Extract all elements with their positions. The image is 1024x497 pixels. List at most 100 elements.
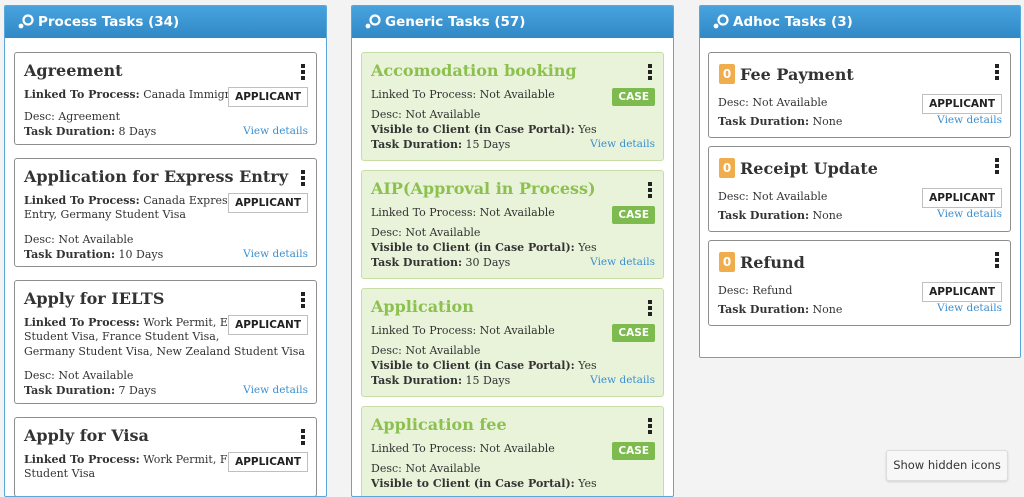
duration-label: Task Duration: (718, 303, 810, 316)
more-options-icon[interactable] (301, 292, 305, 308)
duration-value: 7 Days (118, 384, 157, 397)
visible-value: Yes (578, 359, 597, 372)
duration-value: 8 Days (118, 125, 157, 138)
view-details-link[interactable]: View details (243, 248, 308, 260)
linked-label: Linked To Process: (24, 194, 140, 207)
duration-value: None (812, 209, 843, 222)
task-title[interactable]: Apply for IELTS (24, 289, 164, 308)
linked-process: Linked To Process: Not Available (371, 442, 555, 455)
applicant-badge[interactable]: APPLICANT (228, 452, 308, 472)
applicant-badge[interactable]: APPLICANT (228, 193, 308, 213)
task-title[interactable]: Application (371, 297, 474, 316)
linked-value-cont: Student Visa, France Student Visa, (24, 330, 220, 343)
task-desc: Desc: Not Available (371, 344, 481, 357)
gears-icon (365, 14, 381, 29)
view-details-link[interactable]: View details (590, 138, 655, 150)
task-card-receipt-update[interactable]: 0 Receipt Update Desc: Not Available APP… (708, 146, 1011, 232)
duration-label: Task Duration: (24, 125, 116, 138)
duration-label: Task Duration: (24, 248, 116, 261)
count-badge: 0 (719, 158, 735, 178)
task-card-fee-payment[interactable]: 0 Fee Payment Desc: Not Available APPLIC… (708, 52, 1011, 138)
applicant-badge[interactable]: APPLICANT (228, 315, 308, 335)
more-options-icon[interactable] (301, 64, 305, 80)
view-details-link[interactable]: View details (937, 208, 1002, 220)
view-details-link[interactable]: View details (590, 374, 655, 386)
duration-value: 10 Days (118, 248, 164, 261)
duration-label: Task Duration: (718, 209, 810, 222)
task-title[interactable]: AIP(Approval in Process) (371, 179, 596, 198)
task-card-visa[interactable]: Apply for Visa Linked To Process: Work P… (14, 417, 317, 496)
linked-label: Linked To Process: (24, 453, 140, 466)
visible-label: Visible to Client (in Case Portal): (371, 241, 575, 254)
task-title[interactable]: Fee Payment (740, 65, 854, 84)
task-desc: Desc: Not Available (371, 226, 481, 239)
more-options-icon[interactable] (301, 170, 305, 186)
linked-value-cont: Student Visa (24, 467, 96, 480)
more-options-icon[interactable] (995, 252, 999, 268)
view-details-link[interactable]: View details (243, 125, 308, 137)
task-title[interactable]: Accomodation booking (371, 61, 577, 80)
more-options-icon[interactable] (648, 64, 652, 80)
linked-value-cont: Germany Student Visa, New Zealand Studen… (24, 345, 305, 358)
more-options-icon[interactable] (995, 158, 999, 174)
process-tasks-panel: Process Tasks (34) Agreement Linked To P… (4, 5, 327, 497)
applicant-badge[interactable]: APPLICANT (228, 87, 308, 107)
task-desc: Desc: Not Available (24, 369, 134, 382)
view-details-link[interactable]: View details (243, 384, 308, 396)
case-badge[interactable]: CASE (612, 88, 655, 106)
linked-process: Linked To Process: Not Available (371, 88, 555, 101)
task-desc: Desc: Not Available (24, 233, 134, 246)
duration-label: Task Duration: (718, 115, 810, 128)
gears-icon (18, 14, 34, 29)
more-options-icon[interactable] (301, 429, 305, 445)
case-badge[interactable]: CASE (612, 442, 655, 460)
task-desc: Desc: Not Available (371, 108, 481, 121)
count-badge: 0 (719, 64, 735, 84)
task-card-application-fee[interactable]: Application fee Linked To Process: Not A… (361, 406, 664, 496)
view-details-link[interactable]: View details (937, 114, 1002, 126)
applicant-badge[interactable]: APPLICANT (922, 188, 1002, 208)
task-title[interactable]: Refund (740, 253, 805, 272)
visible-value: Yes (578, 123, 597, 136)
duration-value: None (812, 303, 843, 316)
duration-value: None (812, 115, 843, 128)
task-card-accomodation[interactable]: Accomodation booking Linked To Process: … (361, 52, 664, 161)
task-card-agreement[interactable]: Agreement Linked To Process: Canada Immi… (14, 52, 317, 145)
linked-process: Linked To Process: Not Available (371, 324, 555, 337)
case-badge[interactable]: CASE (612, 206, 655, 224)
task-card-aip[interactable]: AIP(Approval in Process) Linked To Proce… (361, 170, 664, 279)
duration-label: Task Duration: (371, 256, 463, 269)
count-badge: 0 (719, 252, 735, 272)
task-card-express-entry[interactable]: Application for Express Entry Linked To … (14, 158, 317, 267)
task-title[interactable]: Apply for Visa (24, 426, 149, 445)
panel-title: Process Tasks (34) (38, 14, 180, 30)
linked-value: Canada Express (143, 194, 234, 207)
applicant-badge[interactable]: APPLICANT (922, 282, 1002, 302)
adhoc-tasks-panel: Adhoc Tasks (3) 0 Fee Payment Desc: Not … (699, 5, 1021, 358)
view-details-link[interactable]: View details (937, 302, 1002, 314)
view-details-link[interactable]: View details (590, 256, 655, 268)
duration-label: Task Duration: (371, 374, 463, 387)
visible-label: Visible to Client (in Case Portal): (371, 123, 575, 136)
task-card-ielts[interactable]: Apply for IELTS Linked To Process: Work … (14, 280, 317, 404)
visible-label: Visible to Client (in Case Portal): (371, 477, 575, 490)
task-card-application[interactable]: Application Linked To Process: Not Avail… (361, 288, 664, 397)
more-options-icon[interactable] (995, 64, 999, 80)
case-badge[interactable]: CASE (612, 324, 655, 342)
more-options-icon[interactable] (648, 182, 652, 198)
task-card-refund[interactable]: 0 Refund Desc: Refund APPLICANT Task Dur… (708, 240, 1011, 326)
task-title[interactable]: Application fee (371, 415, 507, 434)
show-hidden-icons-button[interactable]: Show hidden icons (886, 450, 1008, 481)
applicant-badge[interactable]: APPLICANT (922, 94, 1002, 114)
visible-value: Yes (578, 241, 597, 254)
task-title[interactable]: Receipt Update (740, 159, 878, 178)
duration-label: Task Duration: (24, 384, 116, 397)
generic-tasks-panel: Generic Tasks (57) Accomodation booking … (351, 5, 674, 497)
task-title[interactable]: Agreement (24, 61, 123, 80)
task-title[interactable]: Application for Express Entry (24, 167, 288, 186)
generic-tasks-header: Generic Tasks (57) (352, 6, 673, 38)
more-options-icon[interactable] (648, 418, 652, 434)
linked-value-cont: Entry, Germany Student Visa (24, 208, 186, 221)
more-options-icon[interactable] (648, 300, 652, 316)
task-desc: Desc: Agreement (24, 110, 121, 123)
